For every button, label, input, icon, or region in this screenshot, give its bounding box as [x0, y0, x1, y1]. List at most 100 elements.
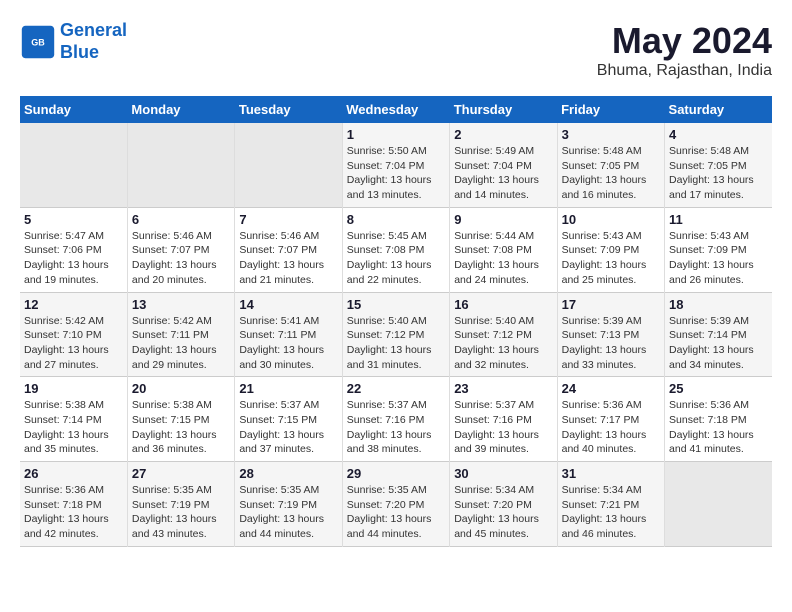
day-number: 25	[669, 381, 768, 396]
calendar-week-4: 19Sunrise: 5:38 AMSunset: 7:14 PMDayligh…	[20, 377, 772, 462]
day-info: Sunrise: 5:44 AMSunset: 7:08 PMDaylight:…	[454, 229, 552, 288]
day-info: Sunrise: 5:40 AMSunset: 7:12 PMDaylight:…	[454, 314, 552, 373]
calendar-cell: 3 Sunrise: 5:48 AMSunset: 7:05 PMDaylight…	[557, 123, 664, 207]
logo-text: General Blue	[60, 20, 127, 63]
day-info: Sunrise: 5:39 AMSunset: 7:13 PMDaylight:…	[562, 314, 660, 373]
calendar-week-1: 1 Sunrise: 5:50 AMSunset: 7:04 PMDaylight…	[20, 123, 772, 207]
day-info: Sunrise: 5:48 AMSunset: 7:05 PMDaylight:…	[562, 144, 660, 203]
weekday-header-wednesday: Wednesday	[342, 96, 449, 123]
calendar-cell	[235, 123, 342, 207]
month-title: May 2024	[597, 20, 772, 62]
calendar-cell: 2 Sunrise: 5:49 AMSunset: 7:04 PMDaylight…	[450, 123, 557, 207]
day-number: 18	[669, 297, 768, 312]
weekday-header-monday: Monday	[127, 96, 234, 123]
day-number: 12	[24, 297, 123, 312]
day-number: 30	[454, 466, 552, 481]
calendar-week-2: 5Sunrise: 5:47 AMSunset: 7:06 PMDaylight…	[20, 207, 772, 292]
day-info: Sunrise: 5:47 AMSunset: 7:06 PMDaylight:…	[24, 229, 123, 288]
day-number: 16	[454, 297, 552, 312]
day-number: 31	[562, 466, 660, 481]
calendar-cell: 23 Sunrise: 5:37 AMSunset: 7:16 PMDayligh…	[450, 377, 557, 462]
calendar-cell: 1 Sunrise: 5:50 AMSunset: 7:04 PMDaylight…	[342, 123, 449, 207]
day-info: Sunrise: 5:36 AMSunset: 7:18 PMDaylight:…	[669, 398, 768, 457]
day-number: 29	[347, 466, 445, 481]
day-number: 3	[562, 127, 660, 142]
day-info: Sunrise: 5:34 AMSunset: 7:20 PMDaylight:…	[454, 483, 552, 542]
calendar-cell: 17 Sunrise: 5:39 AMSunset: 7:13 PMDayligh…	[557, 292, 664, 377]
day-number: 9	[454, 212, 552, 227]
calendar-week-5: 26 Sunrise: 5:36 AMSunset: 7:18 PMDayligh…	[20, 462, 772, 547]
day-info: Sunrise: 5:35 AMSunset: 7:19 PMDaylight:…	[132, 483, 230, 542]
day-number: 10	[562, 212, 660, 227]
calendar-cell: 11Sunrise: 5:43 AMSunset: 7:09 PMDayligh…	[665, 207, 772, 292]
day-info: Sunrise: 5:36 AMSunset: 7:17 PMDaylight:…	[562, 398, 660, 457]
day-info: Sunrise: 5:42 AMSunset: 7:11 PMDaylight:…	[132, 314, 230, 373]
day-number: 26	[24, 466, 123, 481]
day-number: 24	[562, 381, 660, 396]
day-number: 21	[239, 381, 337, 396]
calendar-cell: 10Sunrise: 5:43 AMSunset: 7:09 PMDayligh…	[557, 207, 664, 292]
day-number: 8	[347, 212, 445, 227]
day-number: 20	[132, 381, 230, 396]
day-info: Sunrise: 5:37 AMSunset: 7:16 PMDaylight:…	[454, 398, 552, 457]
calendar-cell: 16 Sunrise: 5:40 AMSunset: 7:12 PMDayligh…	[450, 292, 557, 377]
day-number: 13	[132, 297, 230, 312]
day-info: Sunrise: 5:45 AMSunset: 7:08 PMDaylight:…	[347, 229, 445, 288]
weekday-header-tuesday: Tuesday	[235, 96, 342, 123]
day-info: Sunrise: 5:46 AMSunset: 7:07 PMDaylight:…	[132, 229, 230, 288]
calendar-cell: 9 Sunrise: 5:44 AMSunset: 7:08 PMDaylight…	[450, 207, 557, 292]
calendar-cell: 27 Sunrise: 5:35 AMSunset: 7:19 PMDayligh…	[127, 462, 234, 547]
calendar-cell: 25 Sunrise: 5:36 AMSunset: 7:18 PMDayligh…	[665, 377, 772, 462]
day-number: 15	[347, 297, 445, 312]
calendar-cell: 31Sunrise: 5:34 AMSunset: 7:21 PMDayligh…	[557, 462, 664, 547]
weekday-header-friday: Friday	[557, 96, 664, 123]
calendar-cell: 29 Sunrise: 5:35 AMSunset: 7:20 PMDayligh…	[342, 462, 449, 547]
calendar-week-3: 12 Sunrise: 5:42 AMSunset: 7:10 PMDayligh…	[20, 292, 772, 377]
day-info: Sunrise: 5:36 AMSunset: 7:18 PMDaylight:…	[24, 483, 123, 542]
day-info: Sunrise: 5:37 AMSunset: 7:15 PMDaylight:…	[239, 398, 337, 457]
day-info: Sunrise: 5:49 AMSunset: 7:04 PMDaylight:…	[454, 144, 552, 203]
day-info: Sunrise: 5:42 AMSunset: 7:10 PMDaylight:…	[24, 314, 123, 373]
calendar-cell	[665, 462, 772, 547]
day-info: Sunrise: 5:35 AMSunset: 7:20 PMDaylight:…	[347, 483, 445, 542]
calendar-cell: 6 Sunrise: 5:46 AMSunset: 7:07 PMDaylight…	[127, 207, 234, 292]
day-info: Sunrise: 5:41 AMSunset: 7:11 PMDaylight:…	[239, 314, 337, 373]
calendar-cell: 5Sunrise: 5:47 AMSunset: 7:06 PMDaylight…	[20, 207, 127, 292]
weekday-row: SundayMondayTuesdayWednesdayThursdayFrid…	[20, 96, 772, 123]
calendar-cell: 21 Sunrise: 5:37 AMSunset: 7:15 PMDayligh…	[235, 377, 342, 462]
logo: GB General Blue	[20, 20, 127, 63]
day-number: 4	[669, 127, 768, 142]
day-number: 28	[239, 466, 337, 481]
weekday-header-sunday: Sunday	[20, 96, 127, 123]
calendar-cell: 28Sunrise: 5:35 AMSunset: 7:19 PMDayligh…	[235, 462, 342, 547]
day-number: 6	[132, 212, 230, 227]
day-info: Sunrise: 5:50 AMSunset: 7:04 PMDaylight:…	[347, 144, 445, 203]
calendar-cell: 19Sunrise: 5:38 AMSunset: 7:14 PMDayligh…	[20, 377, 127, 462]
day-number: 1	[347, 127, 445, 142]
calendar-cell: 14 Sunrise: 5:41 AMSunset: 7:11 PMDayligh…	[235, 292, 342, 377]
calendar-cell: 12 Sunrise: 5:42 AMSunset: 7:10 PMDayligh…	[20, 292, 127, 377]
day-number: 7	[239, 212, 337, 227]
calendar-cell: 7 Sunrise: 5:46 AMSunset: 7:07 PMDaylight…	[235, 207, 342, 292]
day-info: Sunrise: 5:39 AMSunset: 7:14 PMDaylight:…	[669, 314, 768, 373]
day-number: 23	[454, 381, 552, 396]
day-info: Sunrise: 5:38 AMSunset: 7:15 PMDaylight:…	[132, 398, 230, 457]
location: Bhuma, Rajasthan, India	[597, 62, 772, 80]
calendar-cell: 8 Sunrise: 5:45 AMSunset: 7:08 PMDaylight…	[342, 207, 449, 292]
day-info: Sunrise: 5:48 AMSunset: 7:05 PMDaylight:…	[669, 144, 768, 203]
calendar-cell: 18 Sunrise: 5:39 AMSunset: 7:14 PMDayligh…	[665, 292, 772, 377]
calendar-cell: 30 Sunrise: 5:34 AMSunset: 7:20 PMDayligh…	[450, 462, 557, 547]
day-number: 14	[239, 297, 337, 312]
day-info: Sunrise: 5:38 AMSunset: 7:14 PMDaylight:…	[24, 398, 123, 457]
title-block: May 2024 Bhuma, Rajasthan, India	[597, 20, 772, 80]
day-info: Sunrise: 5:37 AMSunset: 7:16 PMDaylight:…	[347, 398, 445, 457]
calendar-cell	[20, 123, 127, 207]
calendar-header: SundayMondayTuesdayWednesdayThursdayFrid…	[20, 96, 772, 123]
day-number: 27	[132, 466, 230, 481]
day-number: 11	[669, 212, 768, 227]
day-number: 17	[562, 297, 660, 312]
calendar-cell: 4 Sunrise: 5:48 AMSunset: 7:05 PMDaylight…	[665, 123, 772, 207]
day-info: Sunrise: 5:46 AMSunset: 7:07 PMDaylight:…	[239, 229, 337, 288]
day-number: 2	[454, 127, 552, 142]
calendar-cell: 24 Sunrise: 5:36 AMSunset: 7:17 PMDayligh…	[557, 377, 664, 462]
